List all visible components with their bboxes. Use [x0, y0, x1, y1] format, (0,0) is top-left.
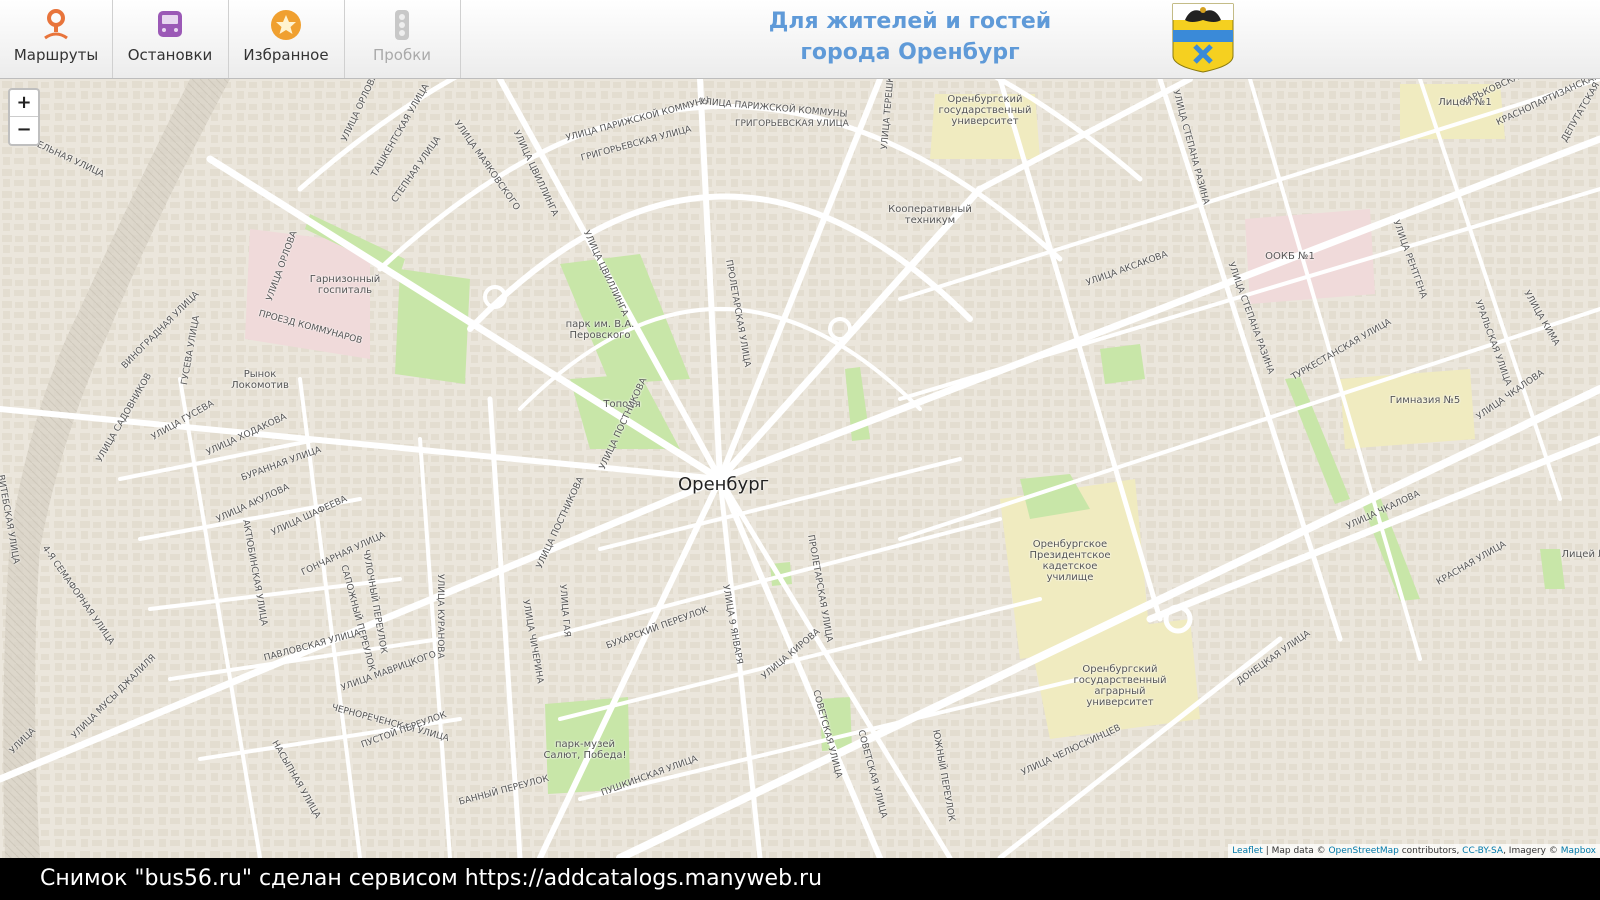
top-toolbar: Маршруты Остановки Избранное Пробки Для … [0, 0, 1600, 79]
traffic-label: Пробки [372, 46, 432, 64]
tagline-line-2: города Оренбург [800, 40, 1020, 65]
tagline: Для жителей и гостей города Оренбург [700, 6, 1120, 68]
favorites-button[interactable]: Избранное [228, 0, 345, 78]
favorites-label: Избранное [243, 46, 329, 64]
mapbox-link[interactable]: Mapbox [1561, 846, 1596, 856]
routes-button[interactable]: Маршруты [0, 0, 113, 78]
tagline-line-1: Для жителей и гостей [768, 9, 1052, 34]
city-coat-of-arms-icon [1171, 2, 1235, 74]
attribution-map-data: | Map data © [1262, 846, 1329, 856]
bus56-app-window: Маршруты Остановки Избранное Пробки Для … [0, 0, 1600, 858]
zoom-in-button[interactable]: + [10, 90, 38, 117]
star-icon [269, 8, 303, 42]
attribution-imagery: , Imagery © [1503, 846, 1561, 856]
zoom-out-button[interactable]: − [10, 117, 38, 143]
stops-button[interactable]: Остановки [112, 0, 229, 78]
city-map[interactable]: Оренбургский государственный университет… [0, 0, 1600, 858]
zoom-control: + − [8, 88, 40, 146]
map-attribution: Leaflet | Map data © OpenStreetMap contr… [1228, 844, 1600, 858]
attribution-contributors: contributors, [1398, 846, 1463, 856]
routes-label: Маршруты [13, 46, 99, 64]
map-tiles [0, 0, 1600, 858]
osm-link[interactable]: OpenStreetMap [1328, 846, 1398, 856]
bus-stop-icon [153, 8, 187, 42]
leaflet-link[interactable]: Leaflet [1232, 846, 1263, 856]
stops-label: Остановки [127, 46, 213, 64]
license-link[interactable]: CC-BY-SA [1462, 846, 1503, 856]
route-pin-icon [39, 8, 73, 42]
traffic-light-icon [385, 8, 419, 42]
screenshot-caption: Снимок "bus56.ru" сделан сервисом https:… [0, 858, 1600, 900]
traffic-button[interactable]: Пробки [344, 0, 461, 78]
